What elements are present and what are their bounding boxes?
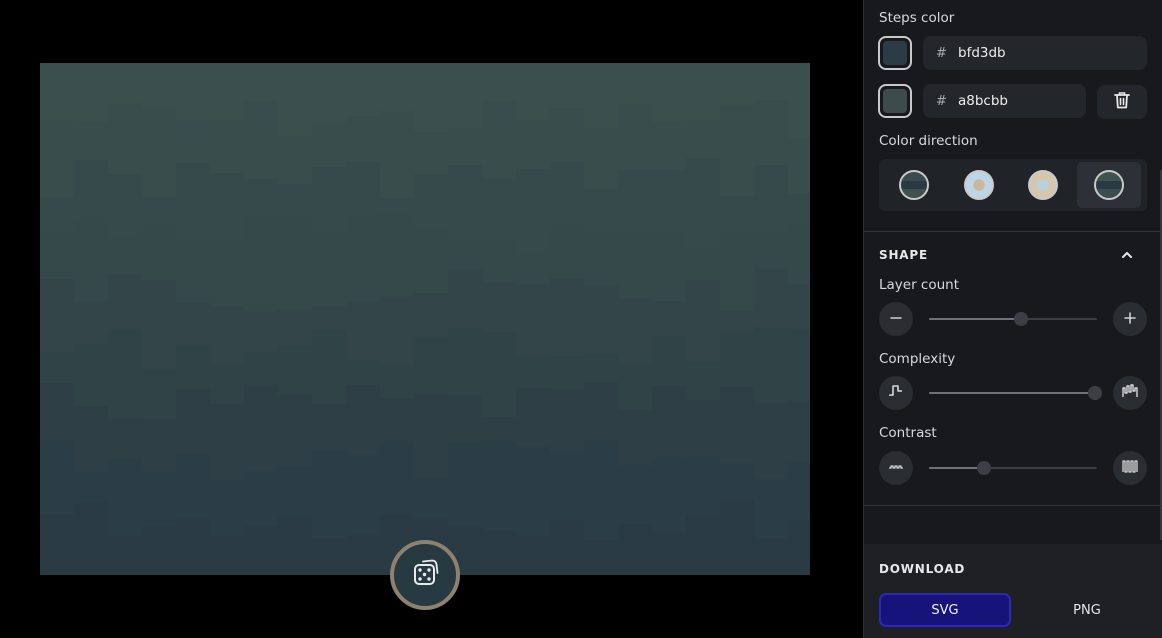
layer-count-slider[interactable] bbox=[929, 311, 1097, 327]
slider-fill bbox=[929, 392, 1096, 394]
direction-preview-1 bbox=[899, 170, 929, 200]
layer-count-label: Layer count bbox=[879, 277, 960, 293]
slider-thumb[interactable] bbox=[1014, 312, 1029, 326]
hex-field-1: # bbox=[923, 36, 1147, 70]
contrast-increase-button[interactable] bbox=[1113, 451, 1147, 485]
direction-option-2[interactable] bbox=[947, 162, 1011, 208]
download-title: DOWNLOAD bbox=[879, 562, 966, 576]
wave-low-icon bbox=[888, 458, 904, 478]
randomize-button[interactable] bbox=[390, 540, 460, 610]
step-complex-icon bbox=[1122, 383, 1138, 403]
complexity-increase-button[interactable] bbox=[1113, 376, 1147, 410]
slider-fill bbox=[929, 318, 1022, 320]
hash-prefix-2: # bbox=[936, 93, 947, 109]
settings-panel: Steps color # # Color direction bbox=[863, 0, 1162, 638]
hex-field-2: # bbox=[923, 84, 1086, 118]
direction-option-1[interactable] bbox=[882, 162, 946, 208]
delete-color-button[interactable] bbox=[1097, 85, 1147, 119]
section-divider bbox=[864, 231, 1162, 232]
canvas-area bbox=[0, 0, 863, 638]
download-section: DOWNLOAD SVG PNG bbox=[864, 544, 1162, 638]
dice-icon bbox=[410, 558, 440, 592]
slider-fill bbox=[929, 467, 985, 469]
shape-section-title: SHAPE bbox=[879, 248, 928, 262]
slider-thumb[interactable] bbox=[977, 461, 992, 475]
download-svg-button[interactable]: SVG bbox=[879, 593, 1011, 627]
slider-thumb[interactable] bbox=[1088, 386, 1103, 400]
download-png-button[interactable]: PNG bbox=[1021, 593, 1153, 627]
section-divider bbox=[864, 505, 1162, 506]
minus-icon bbox=[889, 310, 903, 329]
plus-icon bbox=[1123, 310, 1137, 329]
color-direction-label: Color direction bbox=[879, 133, 978, 149]
contrast-slider[interactable] bbox=[929, 460, 1097, 476]
direction-preview-2 bbox=[964, 170, 994, 200]
layered-steps-artwork bbox=[40, 63, 810, 575]
color-swatch-2[interactable] bbox=[878, 84, 912, 118]
hex-input-1[interactable] bbox=[958, 45, 1108, 61]
complexity-slider[interactable] bbox=[929, 385, 1103, 401]
layer-count-decrease-button[interactable] bbox=[879, 302, 913, 336]
hash-prefix-1: # bbox=[936, 45, 947, 61]
layer-count-increase-button[interactable] bbox=[1113, 302, 1147, 336]
chevron-up-icon[interactable] bbox=[1120, 247, 1134, 266]
direction-option-3[interactable] bbox=[1011, 162, 1075, 208]
artwork-svg bbox=[40, 63, 810, 575]
direction-option-4[interactable] bbox=[1077, 162, 1141, 208]
color-swatch-2-fill bbox=[883, 89, 907, 113]
color-swatch-1[interactable] bbox=[878, 36, 912, 70]
color-direction-options bbox=[879, 159, 1147, 211]
hex-input-2[interactable] bbox=[958, 93, 1068, 109]
contrast-decrease-button[interactable] bbox=[879, 451, 913, 485]
contrast-label: Contrast bbox=[879, 425, 937, 441]
color-swatch-1-fill bbox=[883, 41, 907, 65]
complexity-label: Complexity bbox=[879, 351, 956, 367]
trash-icon bbox=[1114, 91, 1130, 113]
steps-color-label: Steps color bbox=[879, 10, 955, 26]
step-simple-icon bbox=[888, 383, 904, 403]
direction-preview-3 bbox=[1028, 170, 1058, 200]
wave-high-icon bbox=[1122, 458, 1138, 478]
complexity-decrease-button[interactable] bbox=[879, 376, 913, 410]
direction-preview-4 bbox=[1094, 170, 1124, 200]
